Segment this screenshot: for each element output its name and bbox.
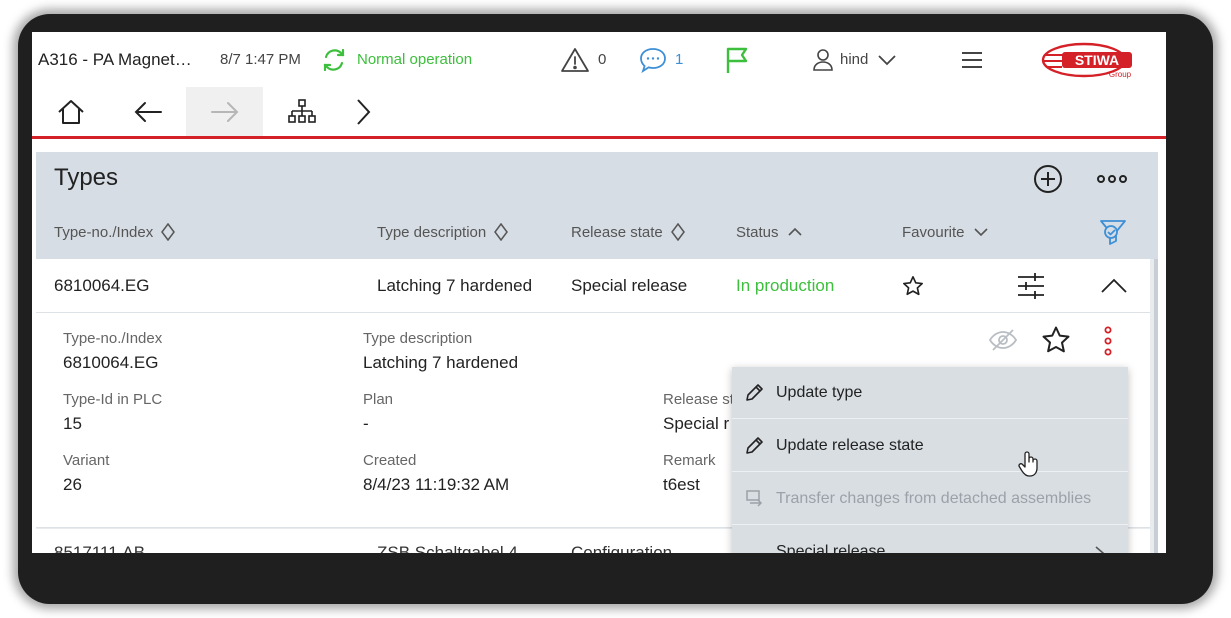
detail-value-remark: t6est	[663, 475, 700, 494]
column-header-type-description[interactable]: Type description	[377, 220, 509, 244]
table-row[interactable]: 6810064.EG Latching 7 hardened Special r…	[36, 259, 1150, 313]
user-name[interactable]: hind	[840, 32, 868, 87]
arrow-left-icon	[134, 101, 162, 122]
sort-descending-icon	[973, 228, 988, 237]
menu-item-special-release[interactable]: Special release	[732, 526, 1128, 553]
hand-cursor-icon	[1018, 450, 1040, 483]
column-header-release-state[interactable]: Release state	[571, 220, 685, 244]
page-title: Types	[54, 164, 119, 191]
sort-ascending-icon	[787, 227, 802, 236]
arrow-right-icon	[210, 101, 238, 122]
row-description: ZSB Schaltgabel 4	[377, 543, 518, 553]
sort-icon	[494, 223, 509, 241]
refresh-cycle-icon	[320, 32, 348, 87]
navigation-bar	[32, 87, 1166, 139]
stiwa-logo: STIWA Group	[1040, 32, 1136, 87]
plus-circle-icon	[1034, 165, 1062, 193]
more-options-button[interactable]	[1096, 163, 1128, 195]
favourite-detail-toggle[interactable]	[1041, 325, 1071, 360]
detail-label-variant: Variant	[63, 452, 110, 469]
svg-text:STIWA: STIWA	[1075, 52, 1119, 68]
add-type-button[interactable]	[1032, 163, 1064, 195]
menu-item-update-release-state[interactable]: Update release state	[732, 420, 1128, 472]
svg-text:Group: Group	[1109, 70, 1132, 79]
chevron-right-icon	[1095, 546, 1105, 553]
column-header-status[interactable]: Status	[736, 220, 803, 244]
user-icon[interactable]	[812, 32, 834, 87]
home-icon	[57, 99, 84, 124]
detail-label-created: Created	[363, 452, 417, 469]
detail-value-release: Special r	[663, 414, 730, 433]
settings-sliders-button[interactable]	[1016, 259, 1046, 313]
flag-icon[interactable]	[723, 32, 751, 87]
detail-label-type-no: Type-no./Index	[63, 330, 163, 347]
message-count: 1	[675, 51, 684, 68]
hamburger-menu-icon[interactable]	[960, 32, 984, 87]
warning-icon[interactable]	[560, 32, 590, 87]
row-type-no: 6810064.EG	[54, 276, 150, 295]
menu-item-transfer-changes[interactable]: Transfer changes from detached assemblie…	[732, 473, 1128, 525]
hide-button[interactable]	[988, 327, 1018, 358]
filter-check-icon	[1100, 220, 1126, 245]
warning-count: 0	[598, 51, 607, 68]
sort-icon	[670, 223, 685, 241]
star-outline-icon	[903, 276, 923, 296]
next-button[interactable]	[324, 87, 401, 136]
ellipsis-icon	[1097, 175, 1127, 183]
chevron-right-icon	[356, 98, 370, 125]
type-context-menu: Update type Update release state Transfe…	[732, 367, 1128, 553]
menu-item-update-type[interactable]: Update type	[732, 367, 1128, 419]
home-button[interactable]	[32, 87, 109, 136]
detail-label-remark: Remark	[663, 452, 716, 469]
column-header-type-no[interactable]: Type-no./Index	[54, 220, 176, 244]
detail-value-plc: 15	[63, 414, 82, 433]
machine-title[interactable]: A316 - PA Magnet…	[38, 32, 192, 87]
detail-label-plan: Plan	[363, 391, 394, 408]
detail-value-type-no: 6810064.EG	[63, 353, 159, 372]
eye-off-icon	[988, 329, 1018, 351]
forward-button[interactable]	[186, 87, 263, 136]
message-icon[interactable]	[638, 32, 668, 87]
row-type-no: 8517111.AB	[54, 543, 146, 553]
row-description: Latching 7 hardened	[377, 276, 533, 295]
detail-value-description: Latching 7 hardened	[363, 353, 519, 372]
filter-button[interactable]	[1096, 215, 1130, 249]
back-button[interactable]	[109, 87, 186, 136]
detail-value-variant: 26	[63, 475, 82, 494]
types-header: Types Type-no./Index Type description Re…	[36, 152, 1158, 259]
row-status: In production	[736, 276, 835, 295]
row-release-state: Special release	[571, 276, 688, 295]
pencil-icon	[732, 383, 776, 403]
sort-icon	[161, 223, 176, 241]
detail-value-plan: -	[363, 414, 369, 433]
detail-label-plc: Type-Id in PLC	[63, 391, 163, 408]
clock-time: 8/7 1:47 PM	[220, 51, 301, 68]
favourite-toggle[interactable]	[902, 259, 924, 313]
row-release-state: Configuration	[571, 543, 673, 553]
top-bar: A316 - PA Magnet… 8/7 1:47 PM Normal ope…	[32, 32, 1166, 87]
detail-label-release: Release st	[663, 391, 734, 408]
chevron-down-icon[interactable]	[877, 32, 897, 87]
collapse-row-button[interactable]	[1100, 259, 1128, 313]
app-screen: A316 - PA Magnet… 8/7 1:47 PM Normal ope…	[32, 32, 1166, 553]
transfer-icon	[732, 489, 776, 509]
kebab-menu-button[interactable]	[1100, 325, 1116, 362]
operation-status[interactable]: Normal operation	[357, 32, 472, 87]
detail-value-created: 8/4/23 11:19:32 AM	[363, 475, 510, 494]
column-header-favourite[interactable]: Favourite	[902, 220, 989, 244]
hierarchy-icon	[287, 98, 316, 123]
vertical-ellipsis-icon	[1104, 326, 1112, 356]
detail-label-description: Type description	[363, 330, 473, 347]
vertical-scrollbar[interactable]	[1154, 259, 1158, 553]
star-outline-icon	[1042, 326, 1070, 353]
sliders-icon	[1018, 273, 1044, 299]
chevron-up-icon	[1101, 278, 1127, 293]
pencil-icon	[732, 436, 776, 456]
